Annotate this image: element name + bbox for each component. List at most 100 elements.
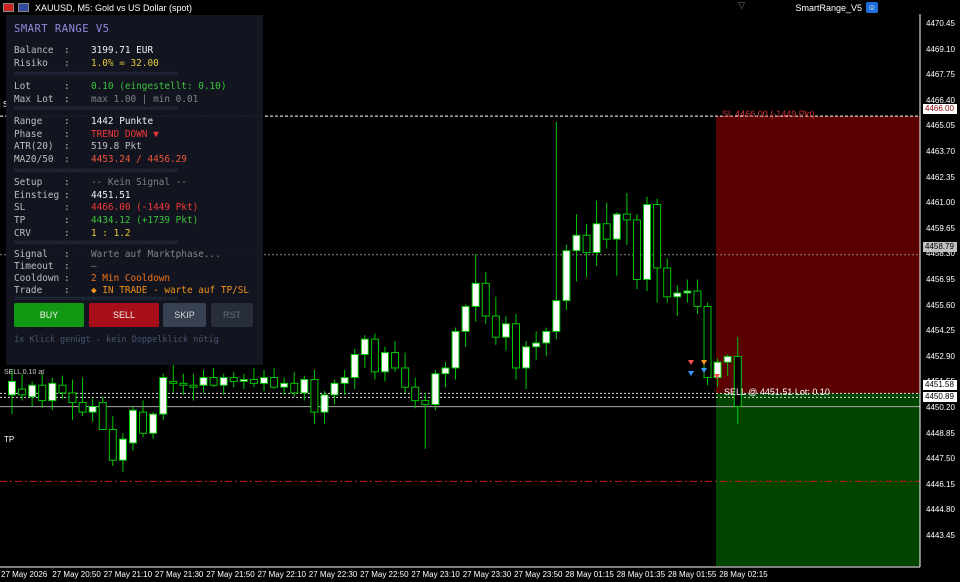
panel-row-value: 4466.00 (-1449 Pkt)	[91, 202, 199, 213]
sell-button[interactable]: SELL	[89, 303, 159, 327]
candle-body	[683, 290, 692, 294]
sl-price-box: 4466.00	[923, 104, 957, 114]
panel-separator: ================================	[14, 238, 178, 248]
panel-row-value: 4453.24 / 4456.29	[91, 154, 187, 165]
candle-body	[501, 323, 510, 338]
panel-row-colon: :	[64, 116, 70, 127]
candle-body	[370, 338, 379, 373]
time-tick-label: 27 May 2026	[1, 570, 48, 579]
candle-body	[380, 352, 389, 373]
panel-separator: ================================	[14, 104, 178, 114]
panel-row-colon: :	[64, 261, 70, 272]
candle-body	[532, 342, 541, 348]
candle-body	[703, 305, 712, 379]
candle-body	[653, 204, 662, 269]
candle-body	[108, 428, 117, 461]
time-tick-label: 27 May 23:30	[462, 570, 512, 579]
candle-body	[159, 377, 168, 415]
panel-row-colon: :	[64, 177, 70, 188]
panel-row-key: MA20/50	[14, 154, 54, 165]
time-tick-label: 28 May 01:55	[667, 570, 717, 579]
time-tick-label: 27 May 22:50	[360, 570, 409, 579]
panel-row-key: Einstieg	[14, 190, 60, 201]
candle-body	[128, 409, 137, 444]
candle-body	[139, 411, 148, 434]
candle-body	[431, 373, 440, 405]
panel-row-value: 4434.12 (+1739 Pkt)	[91, 215, 199, 226]
buy-button[interactable]: BUY	[14, 303, 84, 327]
candle-body	[582, 234, 591, 254]
candle-body	[592, 223, 601, 254]
panel-row-value: 1 : 1.2	[91, 228, 131, 239]
candle-body	[88, 405, 97, 413]
candle-body	[481, 282, 490, 317]
panel-row-colon: :	[64, 273, 70, 284]
candle-body	[98, 402, 107, 430]
panel-row-key: Balance	[14, 45, 54, 56]
candle-body	[522, 346, 531, 369]
panel-row-key: Setup	[14, 177, 43, 188]
candle-body	[310, 378, 319, 413]
panel-row-colon: :	[64, 45, 70, 56]
skip-button[interactable]: SKIP	[163, 303, 206, 327]
panel-row-value: —	[91, 261, 97, 272]
candle-body	[320, 394, 329, 413]
panel-row-colon: :	[64, 228, 70, 239]
price-tick-label: 4448.85	[926, 428, 955, 438]
panel-row-key: Trade	[14, 285, 43, 296]
candle-body	[8, 380, 16, 396]
panel-row-colon: :	[64, 154, 70, 165]
candle-body	[239, 378, 248, 382]
price-tick-label: 4443.45	[926, 531, 955, 540]
time-tick-label: 27 May 22:10	[257, 570, 306, 579]
candle-body	[471, 282, 480, 307]
time-tick-label: 27 May 21:50	[206, 570, 255, 579]
price-tick-label: 4456.95	[926, 275, 955, 284]
panel-row-key: Max Lot	[14, 94, 54, 105]
candle-body	[542, 330, 551, 344]
candle-body	[118, 438, 127, 461]
entry-left-label: SELL 0.10 at	[4, 369, 45, 376]
panel-row-key: Signal	[14, 249, 48, 260]
current-price-box: 4450.89	[923, 392, 957, 402]
price-tick-label: 4465.05	[926, 121, 955, 131]
trade-arrow-icon	[688, 371, 694, 376]
candle-body	[179, 382, 188, 386]
reset-button[interactable]: RST	[211, 303, 253, 327]
price-tick-label: 4459.65	[926, 223, 955, 233]
sl-zone-label: SL 4466.00 (-1449 Pkt)	[722, 109, 815, 119]
candle-body	[149, 413, 158, 434]
candle-body	[441, 367, 450, 375]
candle-body	[249, 378, 258, 384]
trade-arrow-icon	[688, 360, 694, 365]
price-tick-label: 4446.15	[926, 479, 955, 489]
candle-body	[169, 380, 178, 384]
candle-body	[622, 213, 631, 221]
candle-body	[673, 292, 682, 298]
panel-separator: ================================	[14, 69, 178, 79]
candle-body	[290, 382, 299, 394]
candle-body	[199, 377, 208, 386]
candle-body	[260, 377, 268, 384]
candle-body	[512, 323, 520, 369]
candle-body	[280, 382, 289, 388]
panel-row-value: 4451.51	[91, 190, 131, 201]
panel-row-colon: :	[64, 141, 70, 152]
candle-body	[411, 386, 420, 402]
candle-body	[330, 382, 339, 396]
candle-body	[421, 400, 430, 405]
panel-row-colon: :	[64, 285, 70, 296]
candle-body	[612, 213, 621, 240]
candle-body	[78, 402, 87, 413]
time-tick-label: 28 May 02:15	[719, 570, 768, 579]
panel-row-key: Cooldown	[14, 273, 60, 284]
time-tick-label: 27 May 23:10	[411, 570, 460, 579]
candle-body	[562, 250, 571, 302]
price-tick-label: 4450.20	[926, 403, 955, 412]
panel-row-colon: :	[64, 58, 70, 69]
panel-row-value: ◆ IN TRADE - warte auf TP/SL	[91, 285, 250, 296]
panel-row-value: TREND DOWN ▼	[91, 129, 159, 140]
panel-row-key: Risiko	[14, 58, 48, 69]
time-tick-label: 27 May 21:10	[103, 570, 153, 579]
candle-body	[219, 377, 228, 386]
